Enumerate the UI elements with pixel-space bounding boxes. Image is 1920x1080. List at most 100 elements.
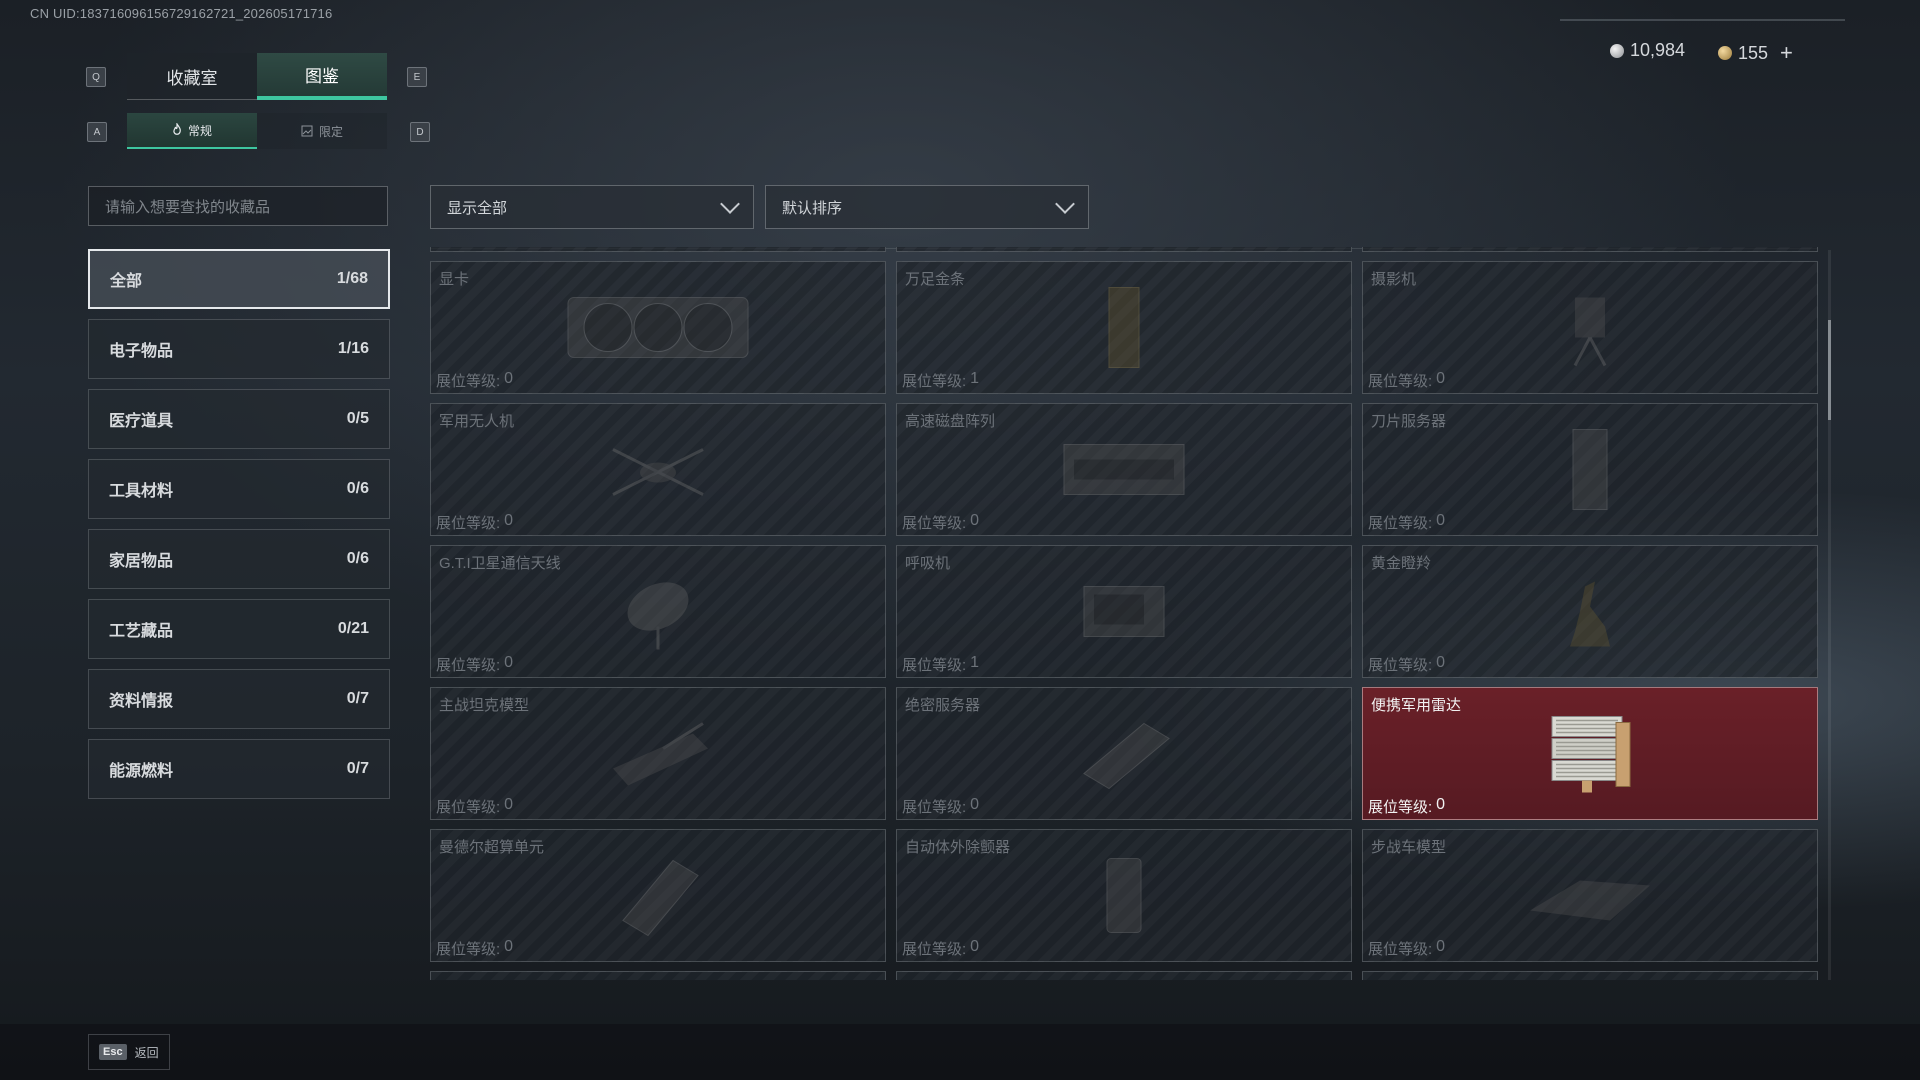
item-name: 黄金瞪羚 xyxy=(1371,555,1432,572)
item-level: 展位等级: 0 xyxy=(902,796,979,817)
search-input[interactable]: 请输入想要查找的收藏品 xyxy=(88,186,388,226)
scrollbar-thumb[interactable] xyxy=(1828,320,1831,420)
subtab-regular[interactable]: 常规 xyxy=(127,113,257,149)
level-label: 展位等级: xyxy=(1368,373,1433,390)
item-level: 展位等级: 0 xyxy=(902,938,979,959)
level-value: 0 xyxy=(1436,938,1446,955)
item-card[interactable]: 呼吸机 展位等级: 1 xyxy=(896,545,1352,678)
item-name: 便携军用雷达 xyxy=(1371,697,1462,714)
level-label: 展位等级: xyxy=(436,799,501,816)
level-value: 0 xyxy=(504,654,514,671)
level-label: 展位等级: xyxy=(1368,515,1433,532)
grid-scrollbar[interactable] xyxy=(1828,250,1831,980)
item-card[interactable]: 黄金瞪羚展位等级: 0 xyxy=(1362,545,1818,678)
level-label: 展位等级: xyxy=(436,373,501,390)
back-button[interactable]: Esc 返回 xyxy=(88,1034,170,1070)
item-grid: 显卡 展位等级: 0 万足金条 展位等级: 1 摄影机 展位等级: 0 军用无人机 展位等级: 0 高速… xyxy=(430,247,1818,980)
level-value: 0 xyxy=(1436,796,1446,813)
item-card[interactable]: 显卡 展位等级: 0 xyxy=(430,261,886,394)
level-value: 0 xyxy=(970,938,980,955)
category-count: 0/7 xyxy=(346,690,369,707)
category-label: 电子物品 xyxy=(109,343,174,360)
filter-dropdown[interactable]: 显示全部 xyxy=(430,185,754,229)
category-label: 工艺藏品 xyxy=(109,623,174,640)
ifv-model-icon xyxy=(1520,861,1660,936)
item-card[interactable]: 曼德尔超算单元展位等级: 0 xyxy=(430,829,886,962)
item-name: 步战车模型 xyxy=(1371,839,1447,856)
category-all[interactable]: 全部 1/68 xyxy=(88,249,390,309)
item-card[interactable]: 自动体外除颤器展位等级: 0 xyxy=(896,829,1352,962)
item-level: 展位等级: 0 xyxy=(1368,796,1445,817)
item-level: 展位等级: 0 xyxy=(1368,370,1445,391)
item-card-partial[interactable] xyxy=(896,971,1352,980)
item-card-partial[interactable] xyxy=(430,247,886,252)
level-value: 0 xyxy=(1436,370,1446,387)
defibrillator-icon xyxy=(1099,851,1149,946)
level-value: 0 xyxy=(504,512,514,529)
level-value: 1 xyxy=(970,654,980,671)
esc-key-hint: Esc xyxy=(99,1044,127,1060)
tab-collection-room[interactable]: 收藏室 xyxy=(127,53,257,100)
level-value: 0 xyxy=(1436,654,1446,671)
tank-model-icon xyxy=(603,714,713,799)
category-home[interactable]: 家居物品 0/6 xyxy=(88,529,390,589)
level-label: 展位等级: xyxy=(1368,799,1433,816)
category-crafts[interactable]: 工艺藏品 0/21 xyxy=(88,599,390,659)
level-label: 展位等级: xyxy=(1368,657,1433,674)
item-level: 展位等级: 0 xyxy=(436,512,513,533)
sort-dropdown-value: 默认排序 xyxy=(782,199,843,217)
satellite-dish-icon xyxy=(618,572,698,657)
item-card[interactable]: 摄影机 展位等级: 0 xyxy=(1362,261,1818,394)
item-card[interactable]: 主战坦克模型 展位等级: 0 xyxy=(430,687,886,820)
item-level: 展位等级: 0 xyxy=(436,938,513,959)
item-card[interactable]: 绝密服务器 展位等级: 0 xyxy=(896,687,1352,820)
category-energy[interactable]: 能源燃料 0/7 xyxy=(88,739,390,799)
level-value: 0 xyxy=(970,512,980,529)
server-icon xyxy=(1074,714,1174,799)
subtab-regular-label: 常规 xyxy=(187,123,212,138)
sort-dropdown[interactable]: 默认排序 xyxy=(765,185,1089,229)
category-label: 医疗道具 xyxy=(109,413,174,430)
key-hint-next-tab: E xyxy=(407,67,427,87)
category-tools[interactable]: 工具材料 0/6 xyxy=(88,459,390,519)
category-medical[interactable]: 医疗道具 0/5 xyxy=(88,389,390,449)
level-label: 展位等级: xyxy=(902,799,967,816)
level-label: 展位等级: xyxy=(902,657,967,674)
item-card[interactable]: 步战车模型展位等级: 0 xyxy=(1362,829,1818,962)
tab-codex[interactable]: 图鉴 xyxy=(257,53,387,100)
item-card-partial[interactable] xyxy=(1362,247,1818,252)
item-card[interactable]: 高速磁盘阵列 展位等级: 0 xyxy=(896,403,1352,536)
level-label: 展位等级: xyxy=(436,515,501,532)
category-intel[interactable]: 资料情报 0/7 xyxy=(88,669,390,729)
item-card-partial[interactable] xyxy=(896,247,1352,252)
item-level: 展位等级: 0 xyxy=(1368,938,1445,959)
category-count: 0/6 xyxy=(346,480,369,497)
item-card[interactable]: 军用无人机 展位等级: 0 xyxy=(430,403,886,536)
item-card[interactable]: G.T.I卫星通信天线 展位等级: 0 xyxy=(430,545,886,678)
category-count: 1/16 xyxy=(337,340,369,357)
add-currency-button[interactable]: + xyxy=(1780,40,1793,66)
key-hint-prev-tab: Q xyxy=(86,67,106,87)
main-tabs: 收藏室 图鉴 xyxy=(127,53,387,100)
category-count: 0/7 xyxy=(346,760,369,777)
subtab-limited[interactable]: 限定 xyxy=(257,113,387,149)
item-card[interactable]: 万足金条 展位等级: 1 xyxy=(896,261,1352,394)
category-count: 1/68 xyxy=(336,270,368,287)
category-count: 0/6 xyxy=(346,550,369,567)
level-label: 展位等级: xyxy=(436,941,501,958)
blade-server-icon xyxy=(1565,425,1615,520)
item-card[interactable]: 便携军用雷达 展位等级: 0 xyxy=(1362,687,1818,820)
item-name: 万足金条 xyxy=(905,271,966,288)
item-name: 主战坦克模型 xyxy=(439,697,530,714)
top-divider xyxy=(1560,19,1845,21)
item-card-partial[interactable] xyxy=(1362,971,1818,980)
item-name: G.T.I卫星通信天线 xyxy=(439,555,561,572)
item-name: 自动体外除颤器 xyxy=(905,839,1011,856)
item-card[interactable]: 刀片服务器 展位等级: 0 xyxy=(1362,403,1818,536)
item-card-partial[interactable] xyxy=(430,971,886,980)
item-level: 展位等级: 0 xyxy=(436,370,513,391)
filter-dropdown-value: 显示全部 xyxy=(447,199,508,217)
level-value: 0 xyxy=(504,796,514,813)
item-name: 曼德尔超算单元 xyxy=(439,839,545,856)
category-electronics[interactable]: 电子物品 1/16 xyxy=(88,319,390,379)
